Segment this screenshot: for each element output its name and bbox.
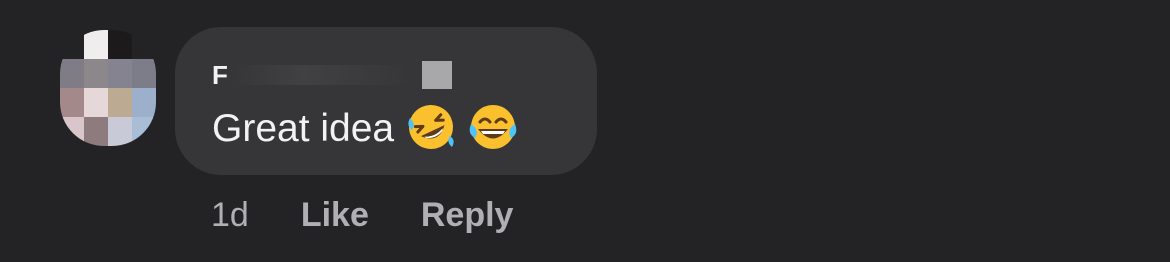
comment-text: Great idea [212, 103, 518, 156]
avatar-pixel [132, 59, 156, 88]
redaction-block [421, 61, 452, 89]
like-button[interactable]: Like [301, 196, 369, 235]
face-with-tears-of-joy-icon [468, 102, 518, 152]
avatar-pixel [84, 59, 108, 88]
avatar[interactable] [60, 30, 156, 146]
author-name[interactable]: F [212, 60, 452, 90]
comment-actions: 1d Like Reply [211, 193, 513, 237]
avatar-pixel [132, 88, 156, 117]
avatar-pixel [108, 88, 132, 117]
avatar-pixel [132, 30, 156, 59]
comment-bubble[interactable]: F Great idea [175, 27, 597, 175]
reply-button[interactable]: Reply [421, 196, 514, 235]
avatar-pixel [60, 88, 84, 117]
comment-timestamp[interactable]: 1d [211, 196, 249, 235]
avatar-pixel [108, 117, 132, 146]
avatar-image [60, 30, 156, 146]
avatar-pixel [60, 117, 84, 146]
avatar-pixel [60, 30, 84, 59]
avatar-pixel [108, 59, 132, 88]
author-name-redacted [231, 65, 412, 85]
avatar-pixel [84, 117, 108, 146]
rolling-on-floor-laughing-icon [406, 102, 456, 152]
avatar-pixel [84, 88, 108, 117]
comment: F Great idea 1d Like Reply [0, 0, 1170, 262]
avatar-pixel [108, 30, 132, 59]
author-name-text: F [212, 59, 228, 90]
avatar-pixel [84, 30, 108, 59]
comment-text-content: Great idea [212, 107, 395, 150]
avatar-pixel [132, 117, 156, 146]
avatar-pixel [60, 59, 84, 88]
